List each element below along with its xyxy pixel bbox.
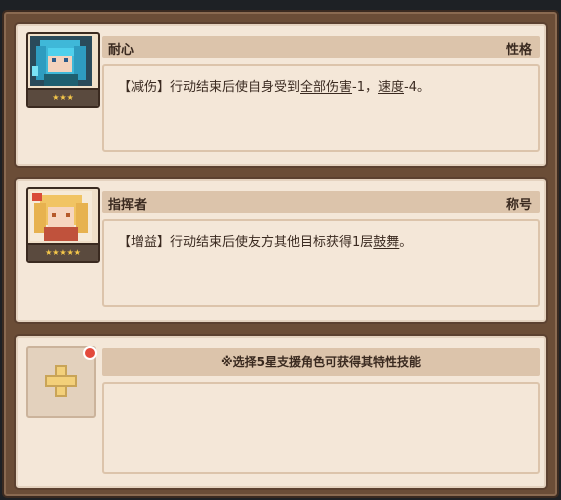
trait-name: 指挥者 [108,198,148,213]
trait-description-box: 【增益】行动结束后使友方其他目标获得1层鼓舞。 [102,219,540,307]
hint-text: ※选择5星支援角色可获得其特性技能 [220,355,422,369]
trait-description: 【增益】行动结束后使友方其他目标获得1层鼓舞。 [118,235,413,250]
red-dot-notification-icon [83,346,97,360]
trait-description-box [102,382,540,474]
star-rating: ★★★ [28,88,98,106]
trait-card-empty[interactable]: ※选择5星支援角色可获得其特性技能 [14,334,548,490]
keyword-link[interactable]: 鼓舞 [373,235,399,250]
trait-card-commander[interactable]: ★★★★★ 指挥者 称号 【增益】行动结束后使友方其他目标获得1层鼓舞。 [14,177,548,324]
keyword-link[interactable]: 全部伤害 [300,80,352,95]
blue-haired-character-portrait-icon [30,36,92,86]
trait-description-box: 【减伤】行动结束后使自身受到全部伤害-1，速度-4。 [102,64,540,152]
trait-description: 【减伤】行动结束后使自身受到全部伤害-1，速度-4。 [118,80,430,95]
keyword-link[interactable]: 速度 [378,80,404,95]
blonde-character-portrait-icon [30,191,92,241]
character-portrait[interactable]: ★★★★★ [26,187,100,263]
trait-name: 耐心 [108,43,135,58]
trait-type: 性格 [505,43,532,58]
trait-card-patience[interactable]: ★★★ 耐心 性格 【减伤】行动结束后使自身受到全部伤害-1，速度-4。 [14,22,548,168]
trait-type: 称号 [505,198,532,213]
star-rating: ★★★★★ [28,243,98,261]
hint-bar: ※选择5星支援角色可获得其特性技能 [102,348,540,376]
trait-title-bar: 指挥者 称号 [102,191,540,213]
trait-title-bar: 耐心 性格 [102,36,540,58]
plus-icon [45,365,77,397]
character-portrait[interactable]: ★★★ [26,32,100,108]
